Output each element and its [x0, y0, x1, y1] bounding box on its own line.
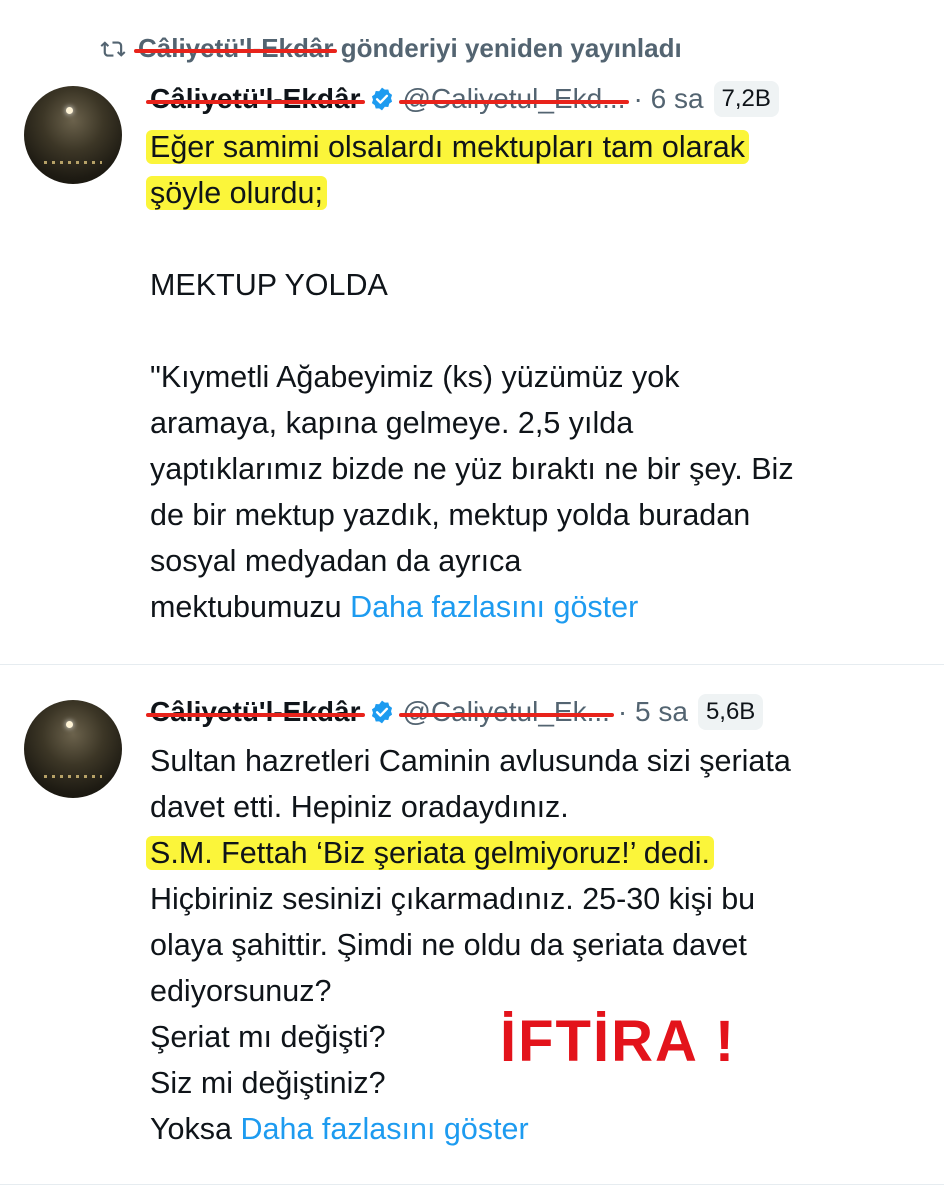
- verified-badge-icon: [371, 87, 392, 111]
- avatar-city-lights: [44, 161, 102, 164]
- tweet-body: Sultan hazretleri Caminin avlusunda sizi…: [146, 738, 791, 1152]
- tweet-header: Câliyetü'l-Ekdâr @Caliyetul_Ekd... · 6 s…: [146, 77, 779, 121]
- iftira-stamp: İFTİRA !: [500, 1009, 737, 1074]
- tweet-line: mektubumuzu: [150, 590, 342, 624]
- view-count[interactable]: 5,6B: [697, 694, 764, 730]
- author-handle[interactable]: @Caliyetul_Ekd...: [398, 83, 630, 115]
- tweet-line: sosyal medyadan da ayrıca: [150, 544, 522, 578]
- tweet-line: de bir mektup yazdık, mektup yolda burad…: [150, 498, 751, 532]
- view-count[interactable]: 7,2B: [713, 81, 779, 117]
- tweet-divider: [0, 1184, 944, 1185]
- reposter-name[interactable]: Câliyetü'l-Ekdâr: [133, 33, 338, 64]
- tweet-divider: [0, 664, 944, 665]
- avatar-city-lights: [44, 775, 102, 778]
- avatar[interactable]: [24, 86, 122, 184]
- tweet-line: Yoksa: [150, 1112, 232, 1146]
- tweet-line: olaya şahittir. Şimdi ne oldu da şeriata…: [150, 928, 747, 962]
- tweet-line: davet etti. Hepiniz oradaydınız.: [150, 790, 569, 824]
- tweet-time[interactable]: · 6 sa: [633, 83, 703, 115]
- avatar-moon: [66, 721, 73, 728]
- tweet-line: şöyle olurdu;: [146, 176, 327, 210]
- author-handle[interactable]: @Caliyetul_Ek...: [398, 696, 615, 728]
- tweet-line: S.M. Fettah ‘Biz şeriata gelmiyoruz!’ de…: [146, 836, 714, 870]
- tweet-header: Câliyetü'l-Ekdâr @Caliyetul_Ek... · 5 sa…: [146, 690, 764, 734]
- tweet-line: ediyorsunuz?: [150, 974, 332, 1008]
- tweet-line: Hiçbiriniz sesinizi çıkarmadınız. 25-30 …: [150, 882, 756, 916]
- tweet-line: Eğer samimi olsalardı mektupları tam ola…: [146, 130, 749, 164]
- tweet-time[interactable]: · 5 sa: [618, 696, 688, 728]
- tweet-line: Sultan hazretleri Caminin avlusunda sizi…: [150, 744, 791, 778]
- tweet-line: MEKTUP YOLDA: [150, 268, 388, 302]
- tweet-line: yaptıklarımız bizde ne yüz bıraktı ne bi…: [150, 452, 794, 486]
- avatar-moon: [66, 107, 73, 114]
- tweet-body: Eğer samimi olsalardı mektupları tam ola…: [146, 124, 794, 630]
- repost-action-text: gönderiyi yeniden yayınladı: [340, 32, 682, 63]
- verified-badge-icon: [371, 700, 392, 724]
- show-more-link[interactable]: Daha fazlasını göster: [350, 590, 638, 624]
- avatar[interactable]: [24, 700, 122, 798]
- repost-icon: [100, 41, 126, 57]
- author-name[interactable]: Câliyetü'l-Ekdâr: [146, 696, 365, 728]
- tweet-line: Şeriat mı değişti?: [150, 1020, 386, 1054]
- author-name[interactable]: Câliyetü'l-Ekdâr: [146, 83, 365, 115]
- show-more-link[interactable]: Daha fazlasını göster: [240, 1112, 528, 1146]
- tweet-line: aramaya, kapına gelmeye. 2,5 yılda: [150, 406, 634, 440]
- tweet-line: Siz mi değiştiniz?: [150, 1066, 386, 1100]
- repost-header[interactable]: Câliyetü'l-Ekdâr gönderiyi yeniden yayın…: [100, 28, 682, 68]
- tweet-line: "Kıymetli Ağabeyimiz (ks) yüzümüz yok: [150, 360, 680, 394]
